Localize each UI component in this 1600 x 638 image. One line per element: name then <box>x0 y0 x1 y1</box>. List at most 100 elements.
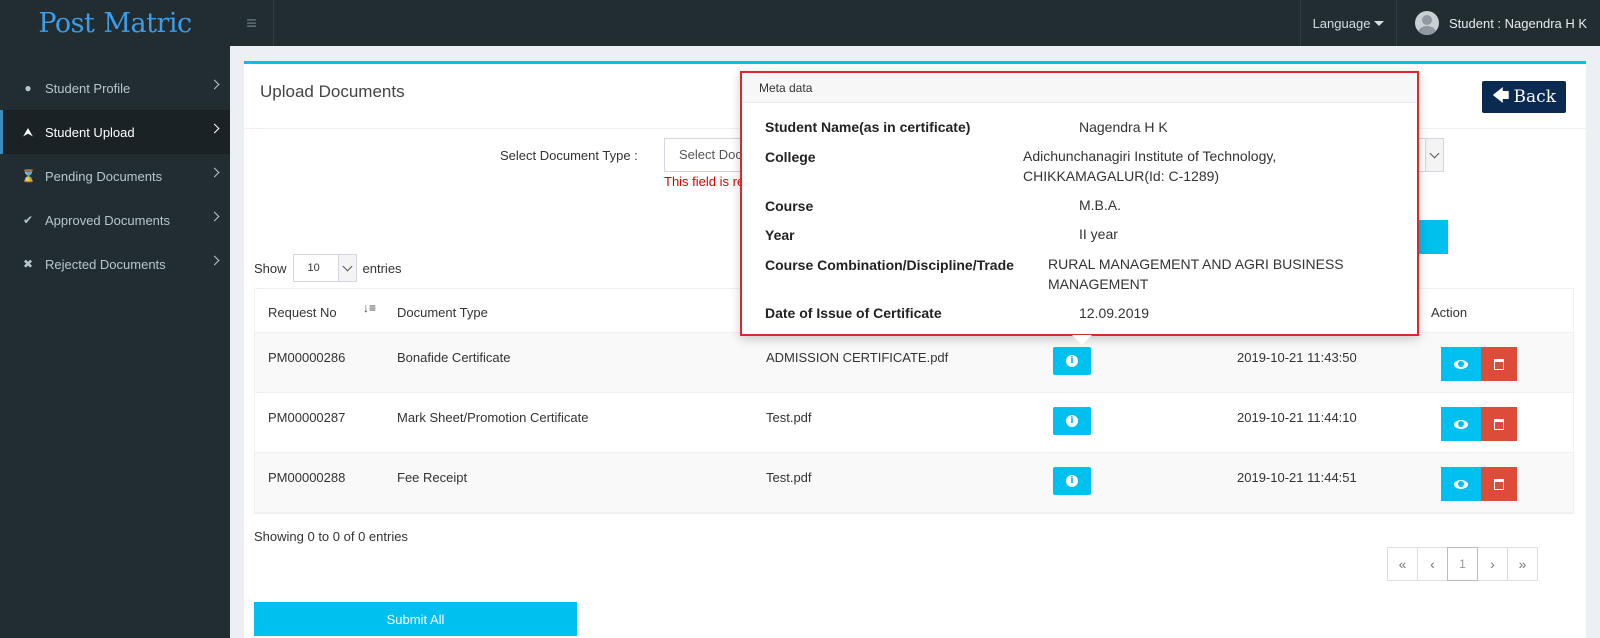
sidebar-item-label: Student Profile <box>45 80 131 96</box>
meta-value-course: M.B.A. <box>1079 197 1122 213</box>
back-button-label: Back <box>1513 87 1556 107</box>
col-action: Action <box>1431 305 1468 320</box>
hamburger-icon: ≡ <box>246 12 257 33</box>
popover-title: Meta data <box>742 73 1417 103</box>
chevron-right-icon <box>209 123 220 134</box>
user-label: Student : Nagendra H K <box>1449 15 1588 31</box>
sidebar-item-label: Student Upload <box>45 124 135 140</box>
submit-all-button[interactable]: Submit All <box>254 602 577 636</box>
meta-value-year: II year <box>1079 226 1118 242</box>
meta-value-college-line1: Adichunchanagiri Institute of Technology… <box>1023 148 1277 164</box>
metadata-info-button[interactable]: i <box>1053 347 1091 375</box>
sidebar-item-student-upload[interactable]: ⮝ Student Upload <box>0 110 230 154</box>
info-icon: i <box>1066 415 1078 427</box>
meta-value-combination-line1: RURAL MANAGEMENT AND AGRI BUSINESS <box>1048 256 1344 272</box>
meta-label-course: Course <box>765 198 814 214</box>
chevron-right-icon <box>209 79 220 90</box>
meta-label-issue-date: Date of Issue of Certificate <box>765 305 942 321</box>
chevron-right-icon <box>209 211 220 222</box>
sidebar-item-rejected-documents[interactable]: ✖ Rejected Documents <box>0 242 230 286</box>
user-icon: ● <box>24 81 32 95</box>
cell-date: 2019-10-21 11:43:50 <box>1237 350 1357 365</box>
sidebar-item-approved-documents[interactable]: ✔ Approved Documents <box>0 198 230 242</box>
page-title: Upload Documents <box>260 82 405 101</box>
document-type-value: Select Doc <box>679 147 742 162</box>
metadata-info-button[interactable]: i <box>1053 407 1091 435</box>
trash-icon <box>1494 418 1504 430</box>
sidebar-item-student-profile[interactable]: ● Student Profile <box>0 66 230 110</box>
table-row: PM00000288 Fee Receipt Test.pdf i 2019-1… <box>255 453 1573 513</box>
back-button[interactable]: 🡄 Back <box>1482 81 1566 113</box>
arrow-left-icon: 🡄 <box>1491 85 1510 106</box>
meta-value-student-name: Nagendra H K <box>1079 119 1168 135</box>
cell-date: 2019-10-21 11:44:51 <box>1237 470 1357 485</box>
entries-value: 10 <box>307 262 320 274</box>
cell-file-name: Test.pdf <box>766 410 812 425</box>
prev-page-button[interactable]: ‹ <box>1417 547 1448 581</box>
eye-icon <box>1454 359 1468 369</box>
sort-asc-icon[interactable]: ↓≡ <box>363 301 376 315</box>
page-number-button[interactable]: 1 <box>1447 547 1478 581</box>
cell-request-no: PM00000288 <box>268 470 346 485</box>
next-page-button[interactable]: › <box>1477 547 1508 581</box>
chevron-right-icon <box>209 167 220 178</box>
sidebar-toggle-button[interactable]: ≡ <box>230 0 274 46</box>
delete-button[interactable] <box>1481 467 1517 501</box>
cell-document-type: Bonafide Certificate <box>397 350 511 365</box>
trash-icon <box>1494 478 1504 490</box>
caret-down-icon <box>1374 20 1385 26</box>
check-icon: ✔ <box>22 213 34 227</box>
sidebar-item-pending-documents[interactable]: ⌛ Pending Documents <box>0 154 230 198</box>
upload-icon: ⮝ <box>22 124 34 139</box>
logo-text-matric: Matric <box>103 7 192 39</box>
col-request-no[interactable]: Request No <box>268 305 337 320</box>
cell-document-type: Mark Sheet/Promotion Certificate <box>397 410 589 425</box>
sidebar-item-label: Approved Documents <box>45 212 171 228</box>
chevron-down-icon <box>1425 139 1443 171</box>
view-button[interactable] <box>1441 407 1481 441</box>
show-label: Show <box>254 260 287 276</box>
eye-icon <box>1454 479 1468 489</box>
last-page-button[interactable]: » <box>1507 547 1538 581</box>
sidebar-item-label: Rejected Documents <box>45 256 166 272</box>
language-label: Language <box>1312 15 1371 31</box>
meta-label-student-name: Student Name(as in certificate) <box>765 119 971 135</box>
view-button[interactable] <box>1441 467 1481 501</box>
meta-value-college-line2: CHIKKAMAGALUR(Id: C-1289) <box>1023 168 1220 184</box>
entries-label: entries <box>362 260 402 276</box>
logo-text-post: Post <box>38 7 95 39</box>
meta-label-course-combination: Course Combination/Discipline/Trade <box>765 257 1014 273</box>
delete-button[interactable] <box>1481 407 1517 441</box>
trash-icon <box>1494 358 1504 370</box>
table-row: PM00000286 Bonafide Certificate ADMISSIO… <box>255 333 1573 393</box>
chevron-down-icon <box>337 255 356 281</box>
entries-length-control: Show 10 entries <box>254 254 402 282</box>
avatar <box>1415 11 1439 35</box>
pagination: « ‹ 1 › » <box>1387 547 1538 581</box>
cell-date: 2019-10-21 11:44:10 <box>1237 410 1357 425</box>
chevron-right-icon <box>209 255 220 266</box>
cell-file-name: ADMISSION CERTIFICATE.pdf <box>766 350 949 365</box>
meta-label-year: Year <box>765 227 795 243</box>
hourglass-icon: ⌛ <box>21 169 36 183</box>
sidebar: ● Student Profile ⮝ Student Upload ⌛ Pen… <box>0 46 230 638</box>
validation-error: This field is re <box>664 174 745 189</box>
delete-button[interactable] <box>1481 347 1517 381</box>
app-logo[interactable]: Post Matric <box>0 0 230 46</box>
top-navbar: Post Matric ≡ Language Student : Nagendr… <box>0 0 1600 46</box>
sidebar-item-label: Pending Documents <box>45 168 163 184</box>
table-row: PM00000287 Mark Sheet/Promotion Certific… <box>255 393 1573 453</box>
first-page-button[interactable]: « <box>1387 547 1418 581</box>
user-menu[interactable]: Student : Nagendra H K <box>1396 0 1600 46</box>
entries-select[interactable]: 10 <box>292 254 357 282</box>
language-dropdown[interactable]: Language <box>1300 0 1396 46</box>
info-icon: i <box>1066 475 1078 487</box>
metadata-info-button[interactable]: i <box>1053 467 1091 495</box>
col-document-type[interactable]: Document Type <box>397 305 488 320</box>
table-info: Showing 0 to 0 of 0 entries <box>254 529 408 544</box>
meta-value-issue-date: 12.09.2019 <box>1079 305 1150 321</box>
info-icon: i <box>1066 355 1078 367</box>
view-button[interactable] <box>1441 347 1481 381</box>
cell-file-name: Test.pdf <box>766 470 812 485</box>
meta-label-college: College <box>765 149 816 165</box>
